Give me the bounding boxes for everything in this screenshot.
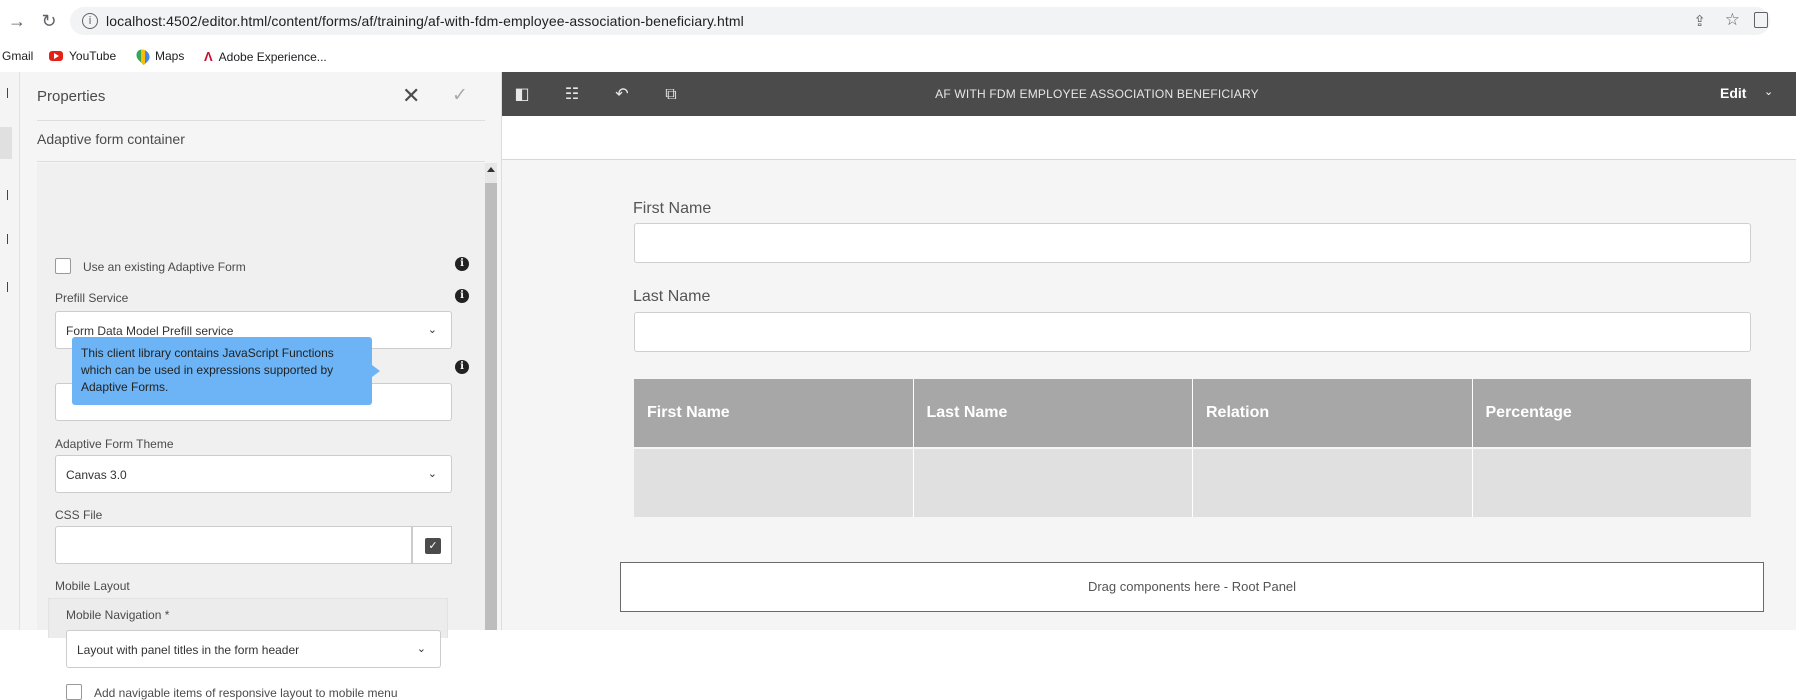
rail-icon[interactable] — [2, 190, 8, 200]
first-name-input[interactable] — [634, 223, 1751, 263]
table-cell[interactable] — [1193, 449, 1473, 517]
table-header-cell[interactable]: Percentage — [1473, 379, 1752, 447]
form-title: AF WITH FDM EMPLOYEE ASSOCIATION BENEFIC… — [935, 87, 1259, 101]
css-file-label: CSS File — [55, 508, 103, 522]
bookmark-label: Adobe Experience... — [218, 49, 327, 64]
bookmarks-bar: Gmail YouTube Maps Λ Adobe Experience... — [0, 42, 1796, 72]
youtube-icon — [49, 51, 63, 61]
table-header-cell[interactable]: First Name — [634, 379, 914, 447]
editor-header-band — [502, 116, 1796, 160]
address-bar[interactable]: i localhost:4502/editor.html/content/for… — [70, 7, 1770, 35]
forward-icon[interactable]: → — [6, 10, 28, 32]
info-icon[interactable]: i — [455, 360, 469, 374]
table-cell[interactable] — [634, 449, 914, 517]
rail-icon[interactable] — [2, 88, 8, 98]
properties-header: Properties ✕ ✓ — [20, 72, 502, 122]
maps-icon — [133, 46, 153, 66]
rail-selected-item[interactable] — [0, 127, 12, 159]
use-existing-form-label: Use an existing Adaptive Form — [83, 260, 246, 274]
divider — [37, 120, 485, 121]
side-rail — [0, 72, 20, 630]
info-icon[interactable]: i — [455, 257, 469, 271]
theme-label: Adaptive Form Theme — [55, 437, 174, 451]
browser-toolbar: → ↻ i localhost:4502/editor.html/content… — [0, 0, 1796, 42]
site-info-icon[interactable]: i — [82, 13, 98, 29]
properties-title: Properties — [37, 88, 106, 105]
table-cell[interactable] — [914, 449, 1193, 517]
properties-panel: Properties ✕ ✓ Adaptive form container U… — [20, 72, 502, 700]
scroll-thumb[interactable] — [485, 183, 497, 630]
client-library-tooltip: This client library contains JavaScript … — [72, 337, 380, 405]
bookmark-adobe[interactable]: Λ Adobe Experience... — [204, 49, 327, 64]
scroll-up-icon[interactable] — [487, 167, 495, 172]
bookmark-label: YouTube — [69, 49, 117, 63]
use-existing-form-checkbox[interactable] — [55, 258, 71, 274]
divider — [37, 161, 485, 162]
table-cell[interactable] — [1473, 449, 1752, 517]
mobile-navigation-select[interactable]: Layout with panel titles in the form hea… — [66, 630, 441, 668]
chevron-down-icon: ⌄ — [427, 323, 437, 336]
url-text[interactable]: localhost:4502/editor.html/content/forms… — [106, 13, 744, 29]
root-panel-drop-zone[interactable]: Drag components here - Root Panel — [620, 562, 1764, 612]
mobile-navigation-label: Mobile Navigation * — [66, 608, 170, 622]
chevron-down-icon[interactable]: ⌄ — [1764, 85, 1773, 98]
chevron-down-icon: ⌄ — [416, 642, 426, 655]
prefill-service-value: Form Data Model Prefill service — [66, 324, 234, 338]
editor-toolbar: ◧ ☷ ↶ ⧉ AF WITH FDM EMPLOYEE ASSOCIATION… — [502, 72, 1796, 116]
css-file-input[interactable] — [55, 526, 412, 564]
bookmark-label: Maps — [155, 49, 185, 63]
component-type-label: Adaptive form container — [37, 131, 185, 147]
add-navigable-items-label: Add navigable items of responsive layout… — [94, 686, 398, 700]
done-check-icon[interactable]: ✓ — [452, 84, 468, 106]
rail-icon[interactable] — [2, 282, 8, 292]
side-panel-icon[interactable] — [1754, 12, 1768, 28]
table-header-cell[interactable]: Last Name — [914, 379, 1193, 447]
mobile-navigation-value: Layout with panel titles in the form hea… — [77, 643, 300, 657]
chevron-down-icon: ⌄ — [427, 467, 437, 480]
info-icon[interactable]: i — [455, 289, 469, 303]
first-name-label: First Name — [633, 200, 712, 217]
beneficiary-table[interactable]: First Name Last Name Relation Percentage — [634, 379, 1751, 517]
theme-value: Canvas 3.0 — [66, 468, 127, 482]
reload-icon[interactable]: ↻ — [38, 10, 60, 32]
mode-selector[interactable]: Edit — [1720, 85, 1746, 101]
editor-canvas: ◧ ☷ ↶ ⧉ AF WITH FDM EMPLOYEE ASSOCIATION… — [502, 72, 1796, 630]
aem-editor-app: Properties ✕ ✓ Adaptive form container U… — [0, 72, 1796, 700]
adobe-icon: Λ — [204, 49, 213, 64]
rail-icon[interactable] — [2, 234, 8, 244]
add-navigable-items-checkbox[interactable] — [66, 684, 82, 700]
bookmark-label: Gmail — [2, 49, 34, 63]
css-file-browse-button[interactable]: ✓ — [412, 526, 452, 564]
bookmark-star-icon[interactable]: ☆ — [1725, 10, 1740, 30]
table-header-row: First Name Last Name Relation Percentage — [634, 379, 1751, 447]
checkbox-icon: ✓ — [425, 538, 441, 554]
bookmark-gmail[interactable]: Gmail — [2, 49, 33, 63]
bookmark-youtube[interactable]: YouTube — [49, 49, 116, 63]
table-row — [634, 449, 1751, 517]
bookmark-maps[interactable]: Maps — [133, 46, 185, 66]
share-icon[interactable]: ⇪ — [1693, 12, 1706, 30]
prefill-service-label: Prefill Service — [55, 291, 129, 305]
close-icon[interactable]: ✕ — [402, 84, 420, 109]
mobile-layout-label: Mobile Layout — [55, 579, 130, 593]
last-name-input[interactable] — [634, 312, 1751, 352]
properties-scrollbar[interactable] — [485, 163, 497, 630]
last-name-label: Last Name — [633, 288, 711, 305]
table-header-cell[interactable]: Relation — [1193, 379, 1473, 447]
theme-select[interactable]: Canvas 3.0 ⌄ — [55, 455, 452, 493]
